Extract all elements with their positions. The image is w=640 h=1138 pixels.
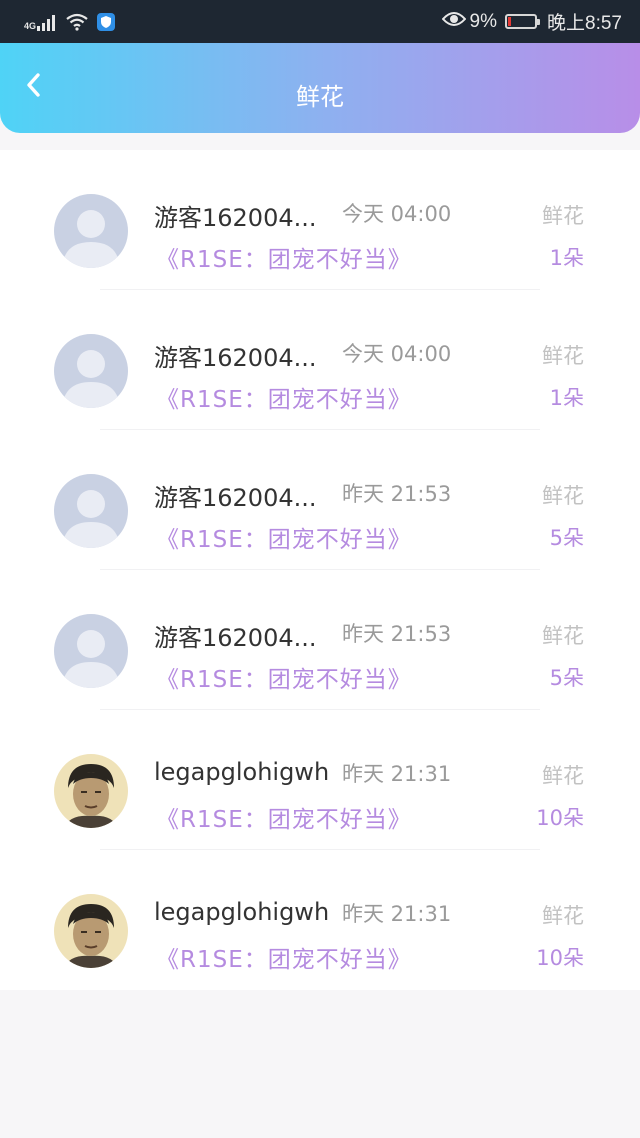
list-item[interactable]: 游客162004... 昨天 21:53 鲜花 《R1SE：团宠不好当》 5朵 <box>0 570 640 710</box>
gift-count: 10朵 <box>536 806 584 830</box>
gift-type-label: 鲜花 <box>542 204 584 228</box>
gift-time: 昨天 21:53 <box>342 622 452 646</box>
page-header: 鲜花 <box>0 43 640 133</box>
default-avatar <box>54 614 128 688</box>
battery-percent: 9% <box>469 10 498 32</box>
gift-time: 今天 04:00 <box>342 202 452 226</box>
book-title: 《R1SE：团宠不好当》 <box>156 387 412 413</box>
gift-type-label: 鲜花 <box>542 764 584 788</box>
network-type: 4G <box>24 21 37 31</box>
book-title: 《R1SE：团宠不好当》 <box>156 947 412 973</box>
flower-record-list: 游客162004... 今天 04:00 鲜花 《R1SE：团宠不好当》 1朵 … <box>0 150 640 990</box>
gift-count: 10朵 <box>536 946 584 970</box>
page-title: 鲜花 <box>296 83 344 111</box>
clock: 晚上8:57 <box>547 13 622 34</box>
eye-icon <box>441 11 466 33</box>
book-title: 《R1SE：团宠不好当》 <box>156 807 412 833</box>
user-name: 游客162004... <box>154 204 317 232</box>
default-avatar <box>54 194 128 268</box>
gift-time: 今天 04:00 <box>342 342 452 366</box>
default-avatar <box>54 474 128 548</box>
list-item[interactable]: 游客162004... 今天 04:00 鲜花 《R1SE：团宠不好当》 1朵 <box>0 290 640 430</box>
user-name: legapglohigwh <box>154 758 330 786</box>
photo-avatar <box>54 894 128 968</box>
gift-time: 昨天 21:31 <box>342 902 452 926</box>
list-item[interactable]: legapglohigwh 昨天 21:31 鲜花 《R1SE：团宠不好当》 1… <box>0 710 640 850</box>
default-avatar <box>54 334 128 408</box>
gift-time: 昨天 21:31 <box>342 762 452 786</box>
list-item[interactable]: 游客162004... 昨天 21:53 鲜花 《R1SE：团宠不好当》 5朵 <box>0 430 640 570</box>
gift-time: 昨天 21:53 <box>342 482 452 506</box>
status-bar-left: 4G <box>24 12 116 31</box>
book-title: 《R1SE：团宠不好当》 <box>156 247 412 273</box>
book-title: 《R1SE：团宠不好当》 <box>156 527 412 553</box>
gift-type-label: 鲜花 <box>542 624 584 648</box>
gift-count: 1朵 <box>549 386 584 410</box>
photo-avatar <box>54 754 128 828</box>
book-title: 《R1SE：团宠不好当》 <box>156 667 412 693</box>
status-bar-right: 9% 晚上8:57 <box>441 8 622 35</box>
wifi-icon <box>65 13 89 31</box>
user-name: legapglohigwh <box>154 898 330 926</box>
user-name: 游客162004... <box>154 624 317 652</box>
gift-type-label: 鲜花 <box>542 344 584 368</box>
signal-icon <box>37 13 57 31</box>
status-bar: 4G 9% 晚上8:57 <box>0 0 640 43</box>
user-name: 游客162004... <box>154 344 317 372</box>
user-name: 游客162004... <box>154 484 317 512</box>
gift-count: 5朵 <box>549 666 584 690</box>
battery-icon <box>505 14 541 29</box>
gift-count: 5朵 <box>549 526 584 550</box>
gift-type-label: 鲜花 <box>542 484 584 508</box>
gift-count: 1朵 <box>549 246 584 270</box>
gift-type-label: 鲜花 <box>542 904 584 928</box>
list-item[interactable]: legapglohigwh 昨天 21:31 鲜花 《R1SE：团宠不好当》 1… <box>0 850 640 990</box>
list-item[interactable]: 游客162004... 今天 04:00 鲜花 《R1SE：团宠不好当》 1朵 <box>0 150 640 290</box>
shield-icon <box>97 12 116 31</box>
